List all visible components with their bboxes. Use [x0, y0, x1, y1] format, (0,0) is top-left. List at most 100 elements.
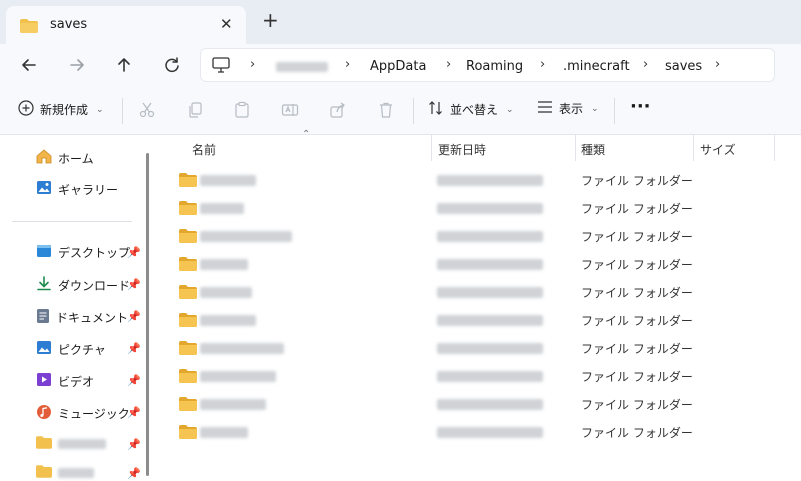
sidebar-item-redacted[interactable] — [36, 436, 106, 452]
sidebar-item-gallery[interactable]: ギャラリー — [36, 180, 118, 198]
file-type: ファイル フォルダー — [581, 370, 693, 384]
plus-icon[interactable]: + — [262, 10, 279, 30]
table-row[interactable]: ファイル フォルダー — [150, 277, 801, 305]
column-header-date[interactable]: 更新日時 — [438, 141, 486, 158]
table-row[interactable]: ファイル フォルダー — [150, 305, 801, 333]
column-divider[interactable] — [575, 135, 576, 161]
table-row[interactable]: ファイル フォルダー — [150, 221, 801, 249]
chevron-right-icon[interactable]: › — [446, 57, 451, 72]
rename-icon[interactable] — [281, 101, 299, 119]
column-divider[interactable] — [431, 135, 432, 161]
view-icon — [537, 100, 553, 117]
pin-icon[interactable]: 📌 — [127, 374, 141, 387]
file-type: ファイル フォルダー — [581, 426, 693, 440]
breadcrumb-roaming[interactable]: Roaming — [466, 59, 523, 74]
file-type: ファイル フォルダー — [581, 258, 693, 272]
title-bar: saves ✕ + — [0, 0, 801, 44]
folder-icon — [179, 341, 197, 358]
pin-icon[interactable]: 📌 — [127, 278, 141, 291]
file-type: ファイル フォルダー — [581, 202, 693, 216]
redacted-text — [58, 468, 94, 478]
navigation-bar: › › AppData › Roaming › .minecraft › sav… — [0, 44, 801, 86]
arrow-right-icon[interactable] — [66, 54, 88, 76]
table-row[interactable]: ファイル フォルダー — [150, 417, 801, 445]
refresh-icon[interactable] — [161, 54, 183, 76]
column-divider[interactable] — [693, 135, 694, 161]
chevron-right-icon[interactable]: › — [715, 57, 720, 72]
cut-icon[interactable] — [138, 101, 156, 119]
sort-ascending-icon: ⌃ — [302, 129, 311, 140]
sidebar-item-downloads[interactable]: ダウンロード — [36, 276, 130, 294]
redacted-text — [58, 439, 106, 449]
breadcrumb-saves[interactable]: saves — [665, 59, 702, 74]
sidebar-item-label: ドキュメント — [56, 311, 129, 325]
folder-icon — [20, 19, 38, 36]
sidebar-item-home[interactable]: ホーム — [36, 149, 94, 167]
sidebar-item-music[interactable]: ミュージック — [36, 404, 130, 423]
sidebar-item-videos[interactable]: ビデオ — [36, 372, 94, 390]
pin-icon[interactable]: 📌 — [127, 438, 141, 451]
column-header-size[interactable]: サイズ — [700, 141, 736, 158]
sidebar-scrollbar[interactable] — [146, 153, 149, 476]
sidebar-item-documents[interactable]: ドキュメント — [36, 308, 128, 327]
folder-icon — [179, 285, 197, 302]
arrow-up-icon[interactable] — [113, 54, 135, 76]
redacted-file-name — [200, 399, 266, 410]
divider — [122, 98, 123, 124]
folder-icon — [36, 465, 52, 481]
computer-icon — [212, 57, 230, 76]
breadcrumb-minecraft[interactable]: .minecraft — [563, 59, 630, 74]
sidebar-item-pictures[interactable]: ピクチャ — [36, 340, 106, 358]
pin-icon[interactable]: 📌 — [127, 246, 141, 259]
file-type: ファイル フォルダー — [581, 398, 693, 412]
sort-button[interactable]: 並べ替え ⌄ — [428, 100, 514, 119]
redacted-file-name — [200, 315, 256, 326]
column-divider[interactable] — [774, 135, 775, 161]
paste-icon[interactable] — [233, 101, 251, 119]
sidebar-item-redacted[interactable] — [36, 465, 94, 481]
table-row[interactable]: ファイル フォルダー — [150, 249, 801, 277]
redacted-modified-date — [437, 203, 543, 214]
divider — [614, 98, 615, 124]
chevron-right-icon[interactable]: › — [540, 57, 545, 72]
breadcrumb-user[interactable] — [276, 62, 328, 72]
pin-icon[interactable]: 📌 — [127, 310, 141, 323]
view-button[interactable]: 表示 ⌄ — [537, 100, 599, 117]
pictures-icon — [36, 340, 52, 358]
breadcrumb-appdata[interactable]: AppData — [370, 59, 426, 74]
column-header-type[interactable]: 種類 — [581, 141, 605, 158]
chevron-right-icon[interactable]: › — [345, 57, 350, 72]
arrow-left-icon[interactable] — [18, 54, 40, 76]
pin-icon[interactable]: 📌 — [127, 467, 141, 480]
table-row[interactable]: ファイル フォルダー — [150, 193, 801, 221]
table-row[interactable]: ファイル フォルダー — [150, 389, 801, 417]
redacted-modified-date — [437, 175, 543, 186]
music-icon — [36, 404, 52, 423]
home-icon — [36, 149, 52, 167]
redacted-modified-date — [437, 427, 543, 438]
new-label: 新規作成 — [40, 103, 89, 117]
close-icon[interactable]: ✕ — [220, 15, 233, 33]
address-bar[interactable]: › › AppData › Roaming › .minecraft › sav… — [200, 48, 775, 82]
delete-icon[interactable] — [377, 101, 395, 119]
sidebar-item-desktop[interactable]: デスクトップ — [36, 244, 130, 261]
copy-icon[interactable] — [186, 101, 204, 119]
sidebar-item-label: ミュージック — [58, 407, 130, 421]
sidebar-item-label: ビデオ — [58, 374, 95, 389]
share-icon[interactable] — [329, 101, 347, 119]
redacted-modified-date — [437, 371, 543, 382]
table-row[interactable]: ファイル フォルダー — [150, 361, 801, 389]
redacted-file-name — [200, 175, 256, 186]
pin-icon[interactable]: 📌 — [127, 406, 141, 419]
new-button[interactable]: 新規作成 ⌄ — [18, 100, 104, 119]
folder-icon — [179, 257, 197, 274]
more-options-button[interactable]: ··· — [630, 96, 651, 117]
table-row[interactable]: ファイル フォルダー — [150, 333, 801, 361]
chevron-down-icon: ⌄ — [506, 104, 514, 115]
pin-icon[interactable]: 📌 — [127, 342, 141, 355]
tab-saves[interactable]: saves ✕ — [6, 6, 246, 44]
column-header-name[interactable]: 名前 — [192, 141, 216, 158]
table-row[interactable]: ファイル フォルダー — [150, 165, 801, 193]
chevron-right-icon[interactable]: › — [643, 57, 648, 72]
chevron-right-icon[interactable]: › — [250, 57, 255, 72]
